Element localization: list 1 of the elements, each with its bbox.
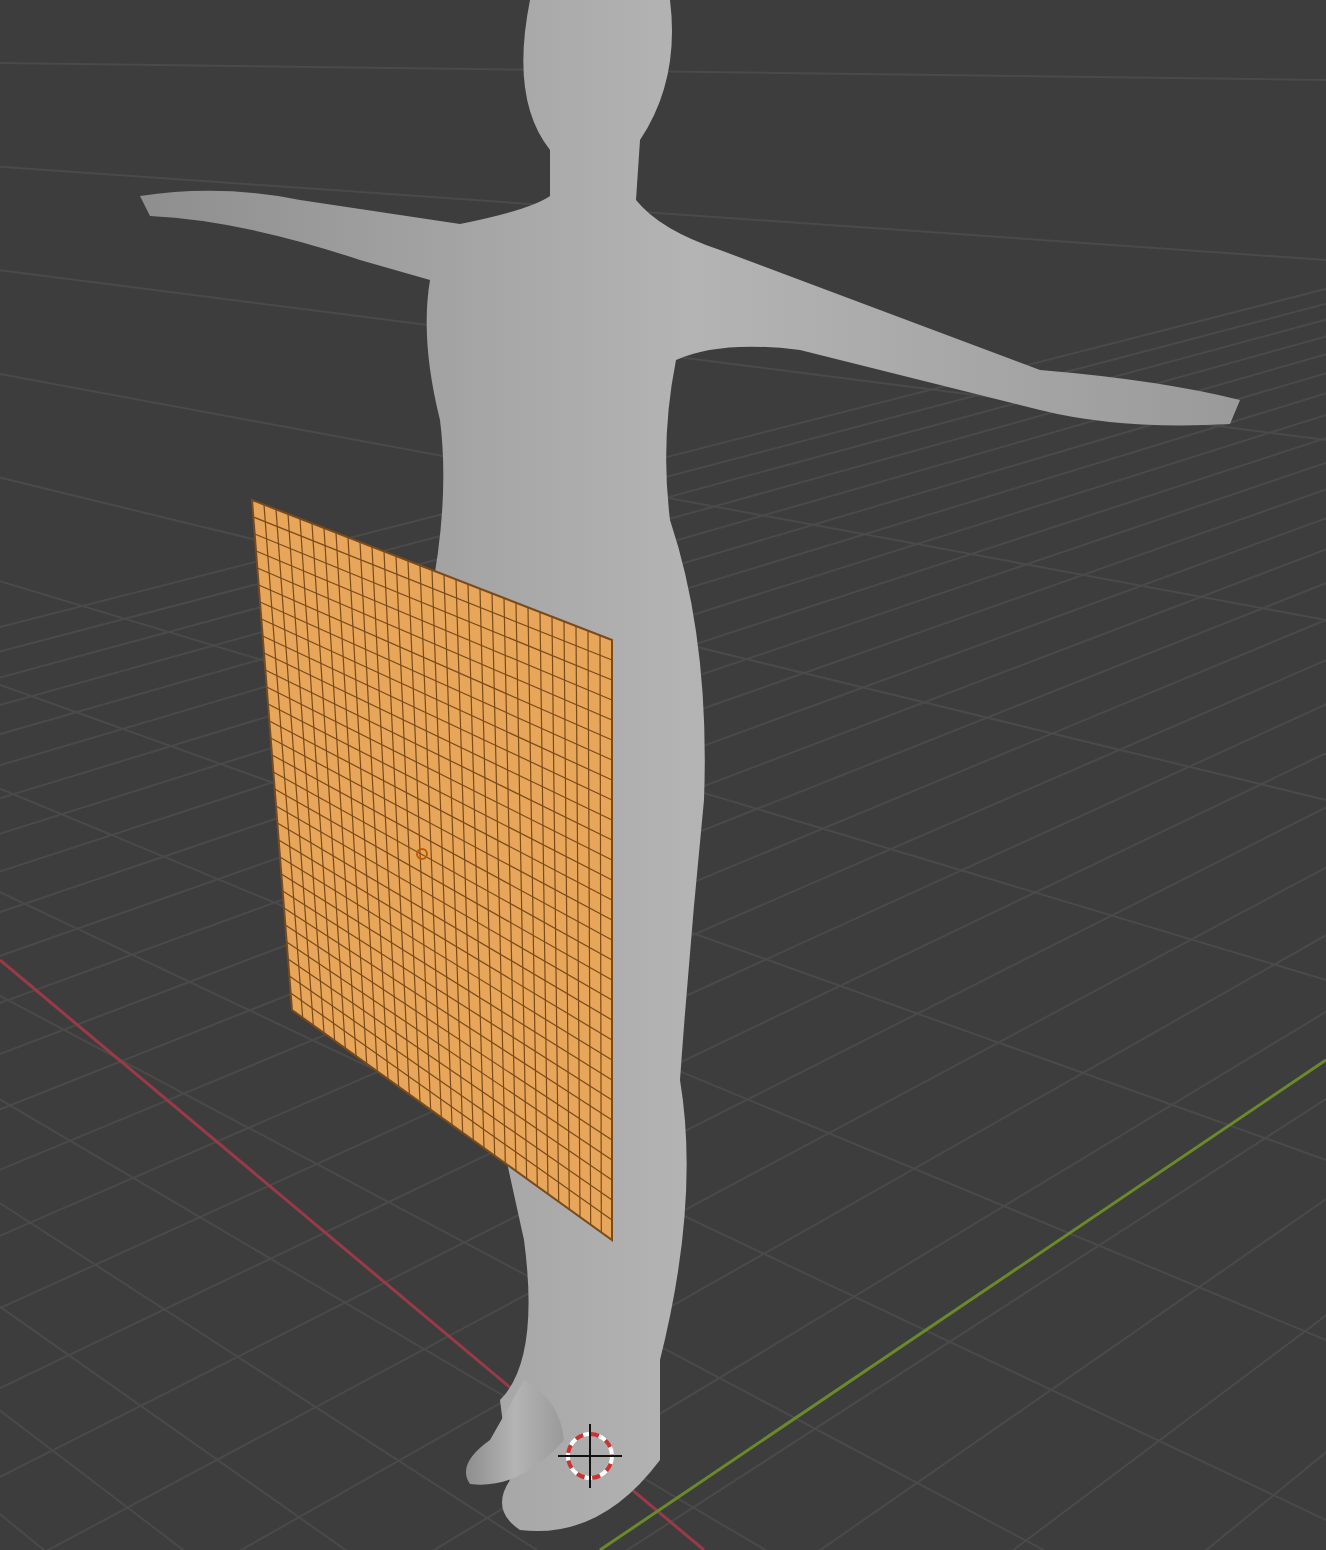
3d-cursor-icon[interactable] (557, 1423, 623, 1489)
